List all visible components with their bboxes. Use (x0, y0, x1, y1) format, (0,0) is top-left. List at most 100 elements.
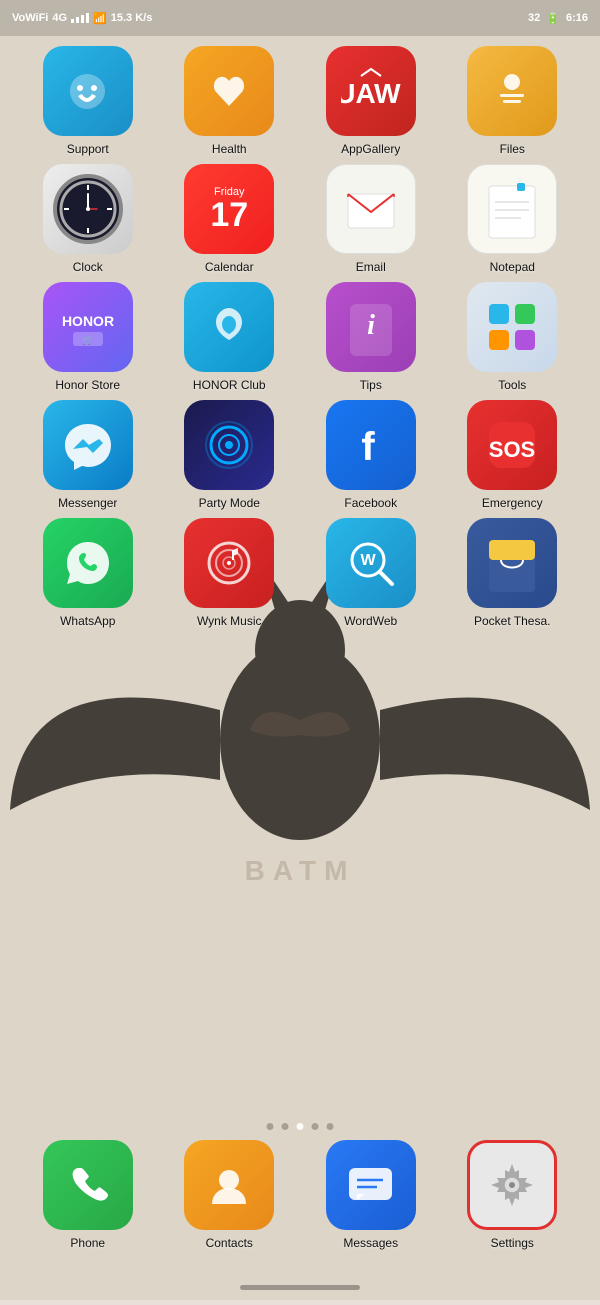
app-wynk[interactable]: Wynk Music (162, 518, 298, 628)
status-bar: VoWiFi 4G 📶 15.3 K/s 32 🔋 6:16 (0, 0, 600, 36)
dock-contacts[interactable]: Contacts (162, 1140, 298, 1250)
app-pocket[interactable]: Pocket Thesa. (445, 518, 581, 628)
page-dot-1[interactable] (267, 1123, 274, 1130)
app-email[interactable]: Email (303, 164, 439, 274)
signal-bar-2 (76, 17, 79, 23)
app-support[interactable]: Support (20, 46, 156, 156)
signal-bar-3 (81, 15, 84, 23)
app-tips[interactable]: i Tips (303, 282, 439, 392)
app-grid: Support Health HUAWEI AppGallery Files (0, 36, 600, 638)
settings-label: Settings (491, 1236, 534, 1250)
wynk-label: Wynk Music (197, 614, 262, 628)
whatsapp-label: WhatsApp (60, 614, 115, 628)
notepad-label: Notepad (490, 260, 535, 274)
svg-text:W: W (360, 552, 376, 569)
email-icon (326, 164, 416, 254)
home-indicator[interactable] (240, 1285, 360, 1290)
messages-icon (326, 1140, 416, 1230)
wordweb-label: WordWeb (344, 614, 397, 628)
appgallery-label: AppGallery (341, 142, 400, 156)
app-facebook[interactable]: f Facebook (303, 400, 439, 510)
dock-phone[interactable]: Phone (20, 1140, 156, 1250)
wordweb-icon: W (326, 518, 416, 608)
svg-text:BATM: BATM (245, 855, 356, 886)
svg-text:i: i (367, 310, 375, 341)
battery-level: 32 (528, 12, 540, 24)
messenger-icon (43, 400, 133, 490)
app-honor-club[interactable]: HONOR Club (162, 282, 298, 392)
page-dot-3-active[interactable] (297, 1123, 304, 1130)
app-party-mode[interactable]: Party Mode (162, 400, 298, 510)
cal-date: 17 (210, 198, 248, 232)
email-label: Email (356, 260, 386, 274)
app-files[interactable]: Files (445, 46, 581, 156)
health-icon (184, 46, 274, 136)
honor-store-icon: HONOR 🛒 (43, 282, 133, 372)
signal-bar-4 (86, 13, 89, 23)
svg-text:SOS: SOS (489, 437, 535, 462)
app-whatsapp[interactable]: WhatsApp (20, 518, 156, 628)
dock-messages[interactable]: Messages (303, 1140, 439, 1250)
honor-store-label: Honor Store (55, 378, 120, 392)
messenger-label: Messenger (58, 496, 117, 510)
pocket-icon (467, 518, 557, 608)
svg-text:🛒: 🛒 (82, 334, 93, 345)
party-mode-icon (184, 400, 274, 490)
app-calendar[interactable]: Friday 17 Calendar (162, 164, 298, 274)
app-emergency[interactable]: SOS Emergency (445, 400, 581, 510)
tips-label: Tips (360, 378, 382, 392)
page-dot-4[interactable] (312, 1123, 319, 1130)
clock-icon (43, 164, 133, 254)
honor-club-icon (184, 282, 274, 372)
wifi-icon: 📶 (93, 12, 107, 25)
app-wordweb[interactable]: W WordWeb (303, 518, 439, 628)
notepad-icon (467, 164, 557, 254)
time-label: 6:16 (566, 12, 588, 24)
svg-text:f: f (361, 425, 375, 469)
emergency-label: Emergency (482, 496, 543, 510)
svg-text:HONOR: HONOR (62, 313, 114, 329)
status-right: 32 🔋 6:16 (528, 12, 588, 25)
tips-icon: i (326, 282, 416, 372)
contacts-icon (184, 1140, 274, 1230)
support-icon (43, 46, 133, 136)
page-dot-5[interactable] (327, 1123, 334, 1130)
settings-icon (467, 1140, 557, 1230)
signal-bars (71, 13, 89, 23)
whatsapp-icon (43, 518, 133, 608)
page-dot-2[interactable] (282, 1123, 289, 1130)
dock-settings[interactable]: Settings (445, 1140, 581, 1250)
health-label: Health (212, 142, 247, 156)
calendar-icon: Friday 17 (184, 164, 274, 254)
network-type: 4G (52, 12, 67, 24)
wynk-icon (184, 518, 274, 608)
status-left: VoWiFi 4G 📶 15.3 K/s (12, 12, 152, 25)
files-icon (467, 46, 557, 136)
page-dots (267, 1123, 334, 1130)
facebook-icon: f (326, 400, 416, 490)
phone-icon (43, 1140, 133, 1230)
app-health[interactable]: Health (162, 46, 298, 156)
carrier-label: VoWiFi (12, 12, 48, 24)
files-label: Files (500, 142, 525, 156)
party-mode-label: Party Mode (199, 496, 260, 510)
app-tools[interactable]: Tools (445, 282, 581, 392)
honor-club-label: HONOR Club (193, 378, 266, 392)
battery-icon: 🔋 (546, 12, 560, 25)
appgallery-icon: HUAWEI (326, 46, 416, 136)
speed-label: 15.3 K/s (111, 12, 153, 24)
facebook-label: Facebook (344, 496, 397, 510)
emergency-icon: SOS (467, 400, 557, 490)
app-notepad[interactable]: Notepad (445, 164, 581, 274)
app-appgallery[interactable]: HUAWEI AppGallery (303, 46, 439, 156)
signal-bar-1 (71, 19, 74, 23)
app-clock[interactable]: Clock (20, 164, 156, 274)
phone-label: Phone (70, 1236, 105, 1250)
app-honor-store[interactable]: HONOR 🛒 Honor Store (20, 282, 156, 392)
support-label: Support (67, 142, 109, 156)
tools-label: Tools (498, 378, 526, 392)
pocket-label: Pocket Thesa. (474, 614, 551, 628)
tools-icon (467, 282, 557, 372)
messages-label: Messages (343, 1236, 398, 1250)
app-messenger[interactable]: Messenger (20, 400, 156, 510)
